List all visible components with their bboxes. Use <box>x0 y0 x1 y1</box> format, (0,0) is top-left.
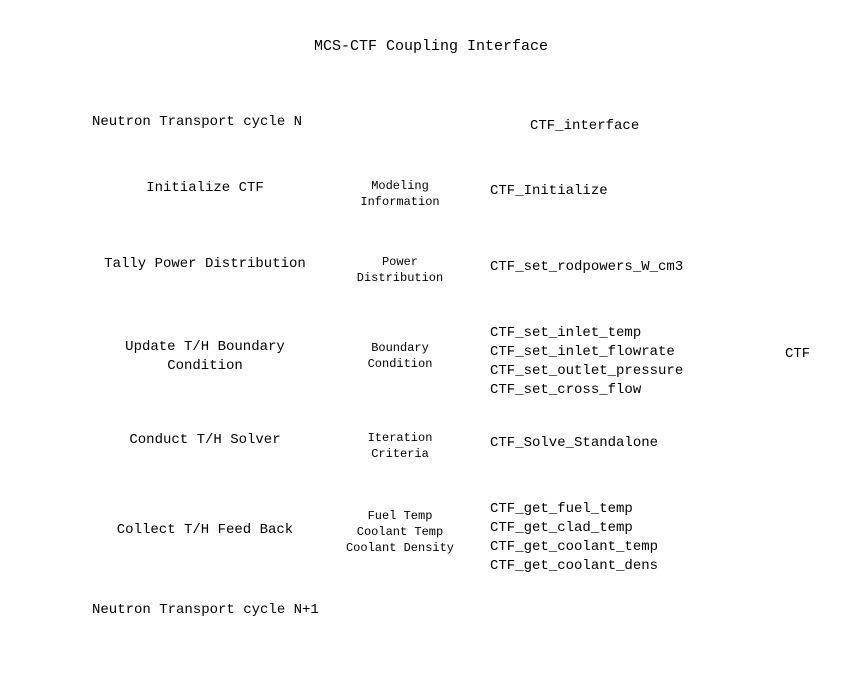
step-conduct-solver: Conduct T/H Solver <box>90 432 320 448</box>
exchange-modeling-info: ModelingInformation <box>330 178 470 210</box>
api-initialize: CTF_Initialize <box>490 182 750 201</box>
api-getters: CTF_get_fuel_tempCTF_get_clad_tempCTF_ge… <box>490 500 750 576</box>
exchange-feedback: Fuel TempCoolant TempCoolant Density <box>330 508 470 557</box>
step-collect-feedback: Collect T/H Feed Back <box>90 522 320 538</box>
exchange-iteration: IterationCriteria <box>330 430 470 462</box>
api-boundary-setters: CTF_set_inlet_tempCTF_set_inlet_flowrate… <box>490 324 750 400</box>
exchange-power-dist: PowerDistribution <box>330 254 470 286</box>
api-set-rodpowers: CTF_set_rodpowers_W_cm3 <box>490 258 750 277</box>
api-solve: CTF_Solve_Standalone <box>490 434 750 453</box>
left-footer: Neutron Transport cycle N+1 <box>92 602 322 618</box>
left-header: Neutron Transport cycle N <box>92 114 322 130</box>
right-header: CTF_interface <box>530 118 730 134</box>
step-tally-power: Tally Power Distribution <box>90 256 320 272</box>
ctf-label: CTF <box>785 346 845 362</box>
diagram-title: MCS-CTF Coupling Interface <box>0 38 862 55</box>
step-update-boundary: Update T/H BoundaryCondition <box>90 338 320 376</box>
step-initialize: Initialize CTF <box>90 180 320 196</box>
exchange-boundary: BoundaryCondition <box>330 340 470 372</box>
